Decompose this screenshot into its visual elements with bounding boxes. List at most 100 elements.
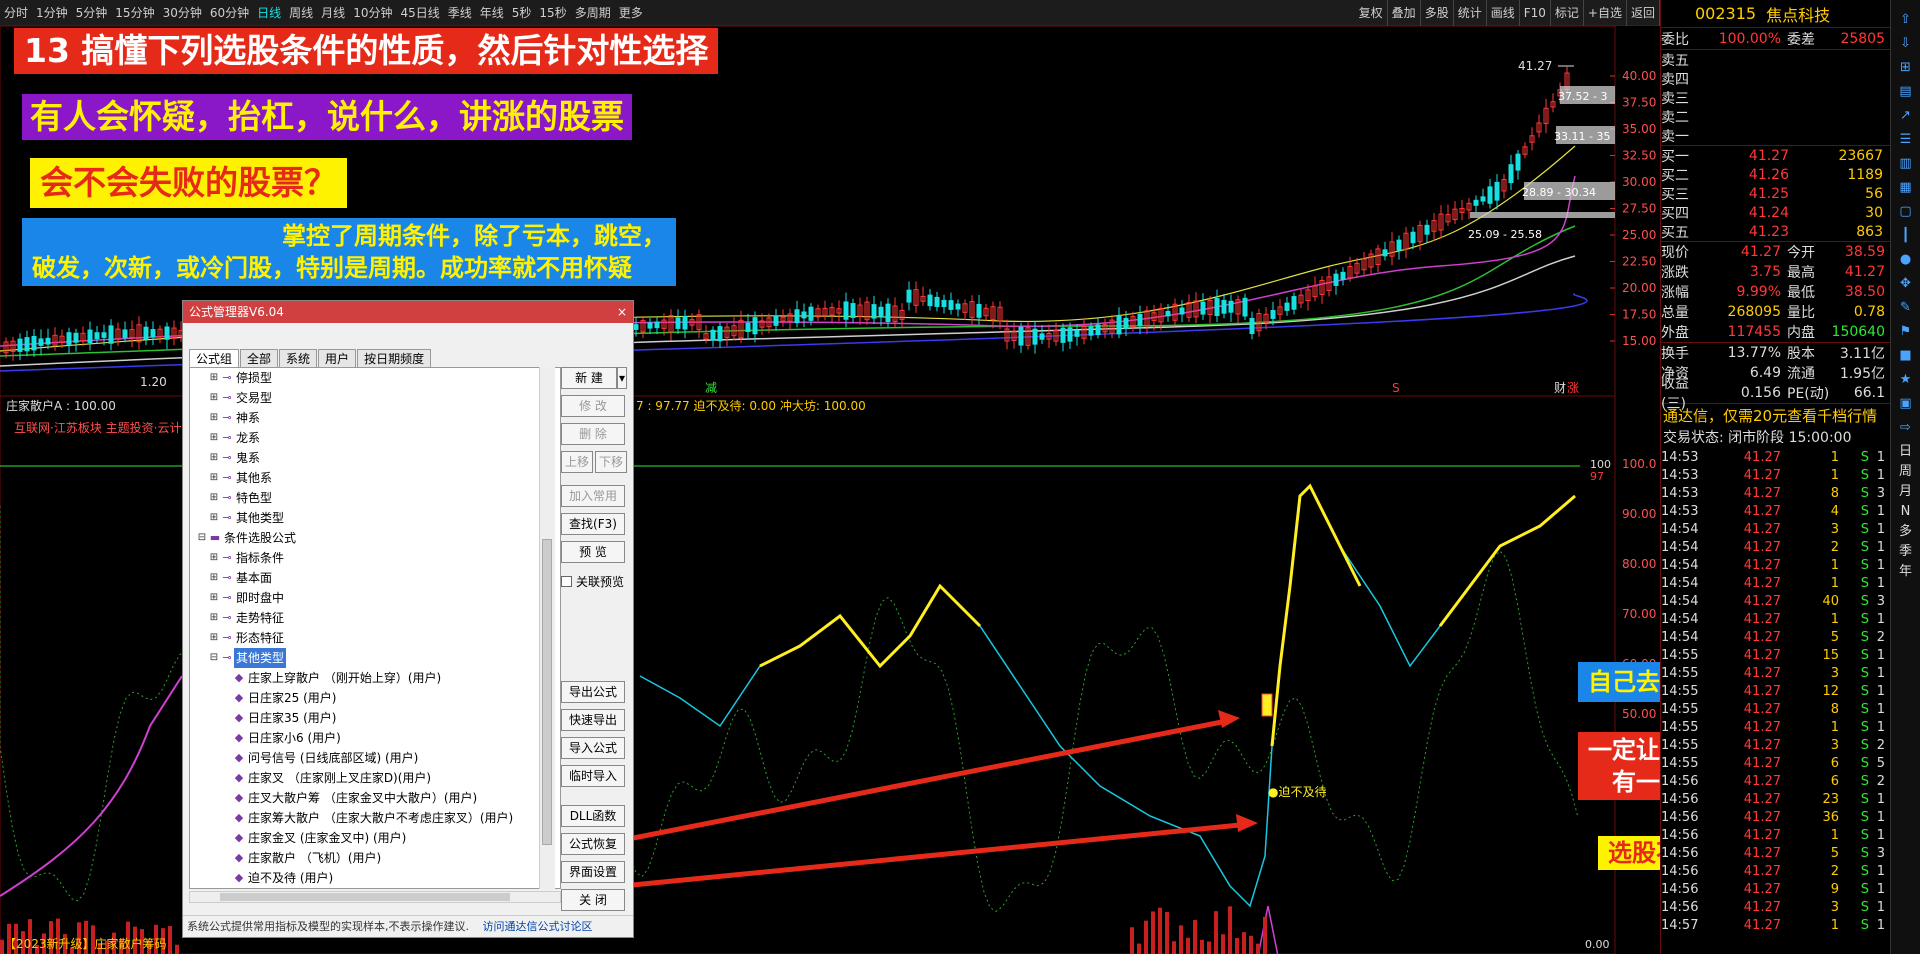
side-period-button[interactable]: 年: [1894, 562, 1918, 582]
period-tab[interactable]: 15秒: [535, 0, 570, 26]
expand-icon[interactable]: ⊞: [208, 628, 220, 648]
period-tab[interactable]: 15分钟: [111, 0, 158, 26]
formula-tree[interactable]: ⊞ ⊸ 停损型 ⊞ ⊸ 交易型 ⊞ ⊸ 神系 ⊞ ⊸ 龙系 ⊞ ⊸ 鬼系 ⊞ ⊸ 其他系 ⊞ ⊸ 特色型 ⊞ ⊸ 其他类型 ⊟ ▬…: [189, 367, 561, 889]
move-up-button[interactable]: 上移: [561, 451, 593, 473]
export-formula-button[interactable]: 导出公式: [561, 681, 625, 703]
period-tab[interactable]: 日线: [253, 0, 285, 26]
expand-icon[interactable]: ⊟: [196, 528, 208, 548]
star-icon[interactable]: ★: [1894, 370, 1918, 390]
move-down-button[interactable]: 下移: [595, 451, 627, 473]
expand-icon[interactable]: ⊞: [208, 408, 220, 428]
dialog-titlebar[interactable]: 公式管理器V6.04 ×: [183, 301, 633, 323]
tree-node[interactable]: ⊞ ⊸ 龙系: [190, 428, 560, 448]
import-formula-button[interactable]: 导入公式: [561, 737, 625, 759]
chart-tool-button[interactable]: 标记: [1551, 0, 1584, 26]
expand-icon[interactable]: ⊞: [208, 388, 220, 408]
flag-icon[interactable]: ⚑: [1894, 322, 1918, 342]
expand-icon[interactable]: ⊞: [208, 448, 220, 468]
tree-node[interactable]: ◆ 日庄家小6 (用户): [190, 728, 560, 748]
arrow-right-icon[interactable]: ⇨: [1894, 418, 1918, 438]
dialog-tab[interactable]: 按日期频度: [357, 349, 432, 367]
add-common-button[interactable]: 加入常用: [561, 485, 625, 507]
table-icon[interactable]: ▦: [1894, 178, 1918, 198]
side-period-button[interactable]: 多: [1894, 522, 1918, 542]
tree-node[interactable]: ◆ 庄家金叉 (庄家金叉中) (用户): [190, 828, 560, 848]
bars-icon[interactable]: ▥: [1894, 154, 1918, 174]
tree-node[interactable]: ◆ 日庄家35 (用户): [190, 708, 560, 728]
new-button[interactable]: 新 建: [561, 367, 617, 389]
scroll-thumb[interactable]: [542, 539, 552, 845]
grid-icon[interactable]: ⊞: [1894, 58, 1918, 78]
tree-node[interactable]: ◆ 庄叉大散户筹 （庄家金叉中大散户）(用户): [190, 788, 560, 808]
new-dropdown-icon[interactable]: ▾: [617, 367, 627, 389]
tree-node[interactable]: ⊞ ⊸ 特色型: [190, 488, 560, 508]
period-tab[interactable]: 1分钟: [32, 0, 72, 26]
tree-hscrollbar[interactable]: [189, 891, 561, 903]
tree-node[interactable]: ⊞ ⊸ 交易型: [190, 388, 560, 408]
candle-icon[interactable]: ┃: [1894, 226, 1918, 246]
chart-tool-button[interactable]: 多股: [1421, 0, 1454, 26]
dot-icon[interactable]: ●: [1894, 250, 1918, 270]
tick-list[interactable]: 14:53 41.27 1 S 1 14:53 41.27 1 S 1 14:53 41.27 8 S 3 1…: [1661, 448, 1890, 934]
chart-tool-button[interactable]: 统计: [1454, 0, 1487, 26]
formula-manager-dialog[interactable]: 公式管理器V6.04 × 公式组 全部 系统 用户 按日期频度 ⊞ ⊸ 停损型 ⊞ ⊸ 交易型 ⊞ ⊸…: [182, 300, 634, 938]
dialog-tab[interactable]: 系统: [279, 349, 318, 367]
tree-node[interactable]: ⊞ ⊸ 即时盘中: [190, 588, 560, 608]
chart-tool-button[interactable]: 复权: [1355, 0, 1388, 26]
period-tab[interactable]: 月线: [317, 0, 349, 26]
dll-function-button[interactable]: DLL函数: [561, 805, 625, 827]
expand-icon[interactable]: ⊞: [208, 368, 220, 388]
side-period-button[interactable]: N: [1894, 502, 1918, 522]
period-tab[interactable]: 分时: [0, 0, 32, 26]
period-tab[interactable]: 60分钟: [206, 0, 253, 26]
period-tab[interactable]: 更多: [615, 0, 647, 26]
hscroll-thumb[interactable]: [220, 893, 510, 901]
tree-node[interactable]: ⊞ ⊸ 停损型: [190, 368, 560, 388]
tree-node[interactable]: ◆ 日庄家25 (用户): [190, 688, 560, 708]
tree-node[interactable]: ⊞ ⊸ 形态特征: [190, 628, 560, 648]
chart-tool-button[interactable]: 叠加: [1388, 0, 1421, 26]
period-tab[interactable]: 季线: [444, 0, 476, 26]
tree-node[interactable]: ◆ 庄家上穿散户 （刚开始上穿）(用户): [190, 668, 560, 688]
period-tab[interactable]: 5分钟: [72, 0, 112, 26]
book-icon[interactable]: ▣: [1894, 394, 1918, 414]
close-icon[interactable]: ×: [611, 301, 633, 323]
period-tab[interactable]: 多周期: [571, 0, 615, 26]
temp-import-button[interactable]: 临时导入: [561, 765, 625, 787]
period-tab[interactable]: 10分钟: [349, 0, 396, 26]
tree-node[interactable]: ⊞ ⊸ 其他类型: [190, 508, 560, 528]
square-icon[interactable]: ■: [1894, 346, 1918, 366]
expand-icon[interactable]: ⊞: [208, 508, 220, 528]
expand-icon[interactable]: ⊞: [208, 548, 220, 568]
expand-icon[interactable]: ⊟: [208, 648, 220, 668]
close-button[interactable]: 关 闭: [561, 889, 625, 911]
trend-icon[interactable]: ↗: [1894, 106, 1918, 126]
compass-icon[interactable]: ✥: [1894, 274, 1918, 294]
delete-button[interactable]: 删 除: [561, 423, 625, 445]
period-tab[interactable]: 周线: [285, 0, 317, 26]
tree-node[interactable]: ⊟ ⊸ 其他类型: [190, 648, 560, 668]
dialog-tab[interactable]: 全部: [240, 349, 279, 367]
tree-node[interactable]: ◆ 问号信号 (日线底部区域) (用户): [190, 748, 560, 768]
expand-icon[interactable]: ⊞: [208, 608, 220, 628]
expand-icon[interactable]: ⊞: [208, 488, 220, 508]
quick-export-button[interactable]: 快速导出: [561, 709, 625, 731]
tree-node[interactable]: ⊞ ⊸ 基本面: [190, 568, 560, 588]
link-preview-checkbox[interactable]: 关联预览: [561, 573, 624, 590]
period-tab[interactable]: 45日线: [396, 0, 443, 26]
tree-node[interactable]: ◆ 庄家叉 （庄家刚上叉庄家D)(用户): [190, 768, 560, 788]
arrow-up-icon[interactable]: ⇧: [1894, 10, 1918, 30]
chart-tool-button[interactable]: 画线: [1487, 0, 1520, 26]
tree-node[interactable]: ◆ 迫不及待 (用户): [190, 868, 560, 888]
tree-node[interactable]: ⊞ ⊸ 鬼系: [190, 448, 560, 468]
tree-node[interactable]: ⊟ ▬ 条件选股公式: [190, 528, 560, 548]
chart-tool-button[interactable]: 返回: [1627, 0, 1660, 26]
edit-icon[interactable]: ✎: [1894, 298, 1918, 318]
period-tab[interactable]: 年线: [476, 0, 508, 26]
expand-icon[interactable]: ⊞: [208, 468, 220, 488]
tree-node[interactable]: ⊞ ⊸ 其他系: [190, 468, 560, 488]
side-period-button[interactable]: 日: [1894, 442, 1918, 462]
tree-node[interactable]: ◆ 庄家散户 （飞机）(用户): [190, 848, 560, 868]
expand-icon[interactable]: ⊞: [208, 588, 220, 608]
preview-button[interactable]: 预 览: [561, 541, 625, 563]
